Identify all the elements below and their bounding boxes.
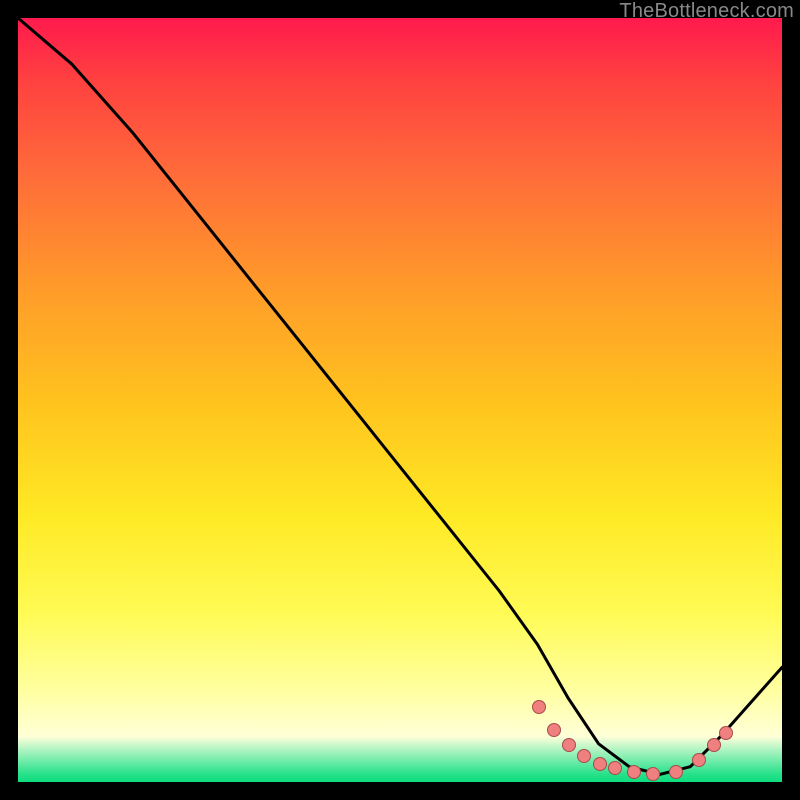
chart-stage: TheBottleneck.com	[0, 0, 800, 800]
highlight-marker	[532, 700, 546, 714]
chart-plot-area	[18, 18, 782, 782]
highlight-marker	[719, 726, 733, 740]
highlight-marker	[562, 738, 576, 752]
highlight-marker	[692, 753, 706, 767]
highlight-marker	[627, 765, 641, 779]
highlight-marker	[707, 738, 721, 752]
highlight-marker	[669, 765, 683, 779]
highlight-marker	[646, 767, 660, 781]
highlight-marker	[593, 757, 607, 771]
attribution-label: TheBottleneck.com	[619, 0, 794, 23]
curve-line	[18, 18, 782, 782]
chart-curve-layer	[18, 18, 782, 782]
highlight-marker	[608, 761, 622, 775]
highlight-marker	[547, 723, 561, 737]
